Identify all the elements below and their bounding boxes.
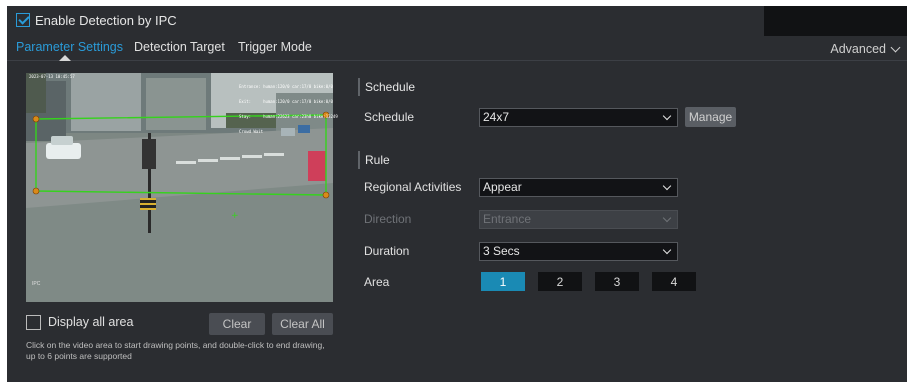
stats-line: Exit: human:120/0 car:17/0 bike:0/0	[239, 99, 333, 104]
tab-parameter-settings[interactable]: Parameter Settings	[16, 40, 123, 54]
active-tab-indicator	[59, 55, 71, 61]
video-corner-label: IPC	[32, 281, 41, 287]
tab-bar: Parameter Settings Detection Target Trig…	[7, 36, 907, 61]
schedule-section-title: Schedule	[358, 78, 415, 96]
area-label: Area	[364, 275, 390, 289]
area-button-4[interactable]: 4	[652, 272, 696, 291]
direction-label: Direction	[364, 212, 412, 226]
manage-button[interactable]: Manage	[685, 107, 736, 127]
chevron-down-icon	[662, 213, 672, 223]
chevron-down-icon	[662, 245, 672, 255]
display-all-area-checkbox[interactable]	[26, 314, 41, 330]
drawing-hint: Click on the video area to start drawing…	[26, 340, 325, 361]
regional-activities-select[interactable]: Appear	[479, 178, 678, 197]
rule-section-title: Rule	[358, 151, 390, 169]
duration-select[interactable]: 3 Secs	[479, 242, 678, 261]
svg-text:+: +	[231, 211, 239, 221]
stats-line: Crowd Wait	[239, 129, 264, 134]
area-button-2[interactable]: 2	[538, 272, 582, 291]
advanced-label: Advanced	[830, 42, 886, 56]
regional-activities-label: Regional Activities	[364, 180, 462, 194]
enable-detection-toggle[interactable]: Enable Detection by IPC	[16, 11, 177, 29]
area-button-1[interactable]: 1	[481, 272, 525, 291]
direction-select: Entrance	[479, 210, 678, 229]
tab-trigger-mode[interactable]: Trigger Mode	[238, 40, 312, 54]
video-timestamp-overlay: 2023-07-13 10:45:57	[29, 74, 75, 79]
chevron-down-icon	[662, 111, 672, 121]
advanced-dropdown[interactable]: Advanced	[830, 42, 901, 56]
duration-value: 3 Secs	[483, 244, 520, 258]
schedule-label: Schedule	[364, 110, 415, 124]
tab-detection-target[interactable]: Detection Target	[134, 40, 225, 54]
stats-line: Entrance: human:120/0 car:17/0 bike:0/0	[239, 84, 333, 89]
area-button-3[interactable]: 3	[595, 272, 639, 291]
stats-line: Stay: human:22623 car:23h0 bike:13249	[239, 114, 338, 119]
detection-settings-panel: Enable Detection by IPC Parameter Settin…	[7, 6, 907, 382]
duration-label: Duration	[364, 244, 410, 258]
display-all-area-label: Display all area	[48, 315, 134, 329]
regional-activities-value: Appear	[483, 180, 522, 194]
video-stats-overlay: Entrance: human:120/0 car:17/0 bike:0/0 …	[239, 74, 338, 144]
clear-button[interactable]: Clear	[209, 313, 265, 335]
direction-value: Entrance	[483, 212, 532, 226]
clear-all-button[interactable]: Clear All	[272, 313, 333, 335]
chevron-down-icon	[662, 181, 672, 191]
schedule-select[interactable]: 24x7	[479, 108, 678, 127]
top-right-display	[764, 6, 907, 36]
display-all-area-toggle[interactable]: Display all area	[26, 313, 196, 331]
video-preview[interactable]: + 2023-07-13 10:45:57 Entrance: human:12…	[26, 73, 338, 302]
chevron-down-icon	[890, 42, 901, 52]
enable-detection-checkbox[interactable]	[16, 13, 30, 27]
schedule-value: 24x7	[483, 110, 510, 124]
enable-detection-label: Enable Detection by IPC	[35, 12, 177, 28]
